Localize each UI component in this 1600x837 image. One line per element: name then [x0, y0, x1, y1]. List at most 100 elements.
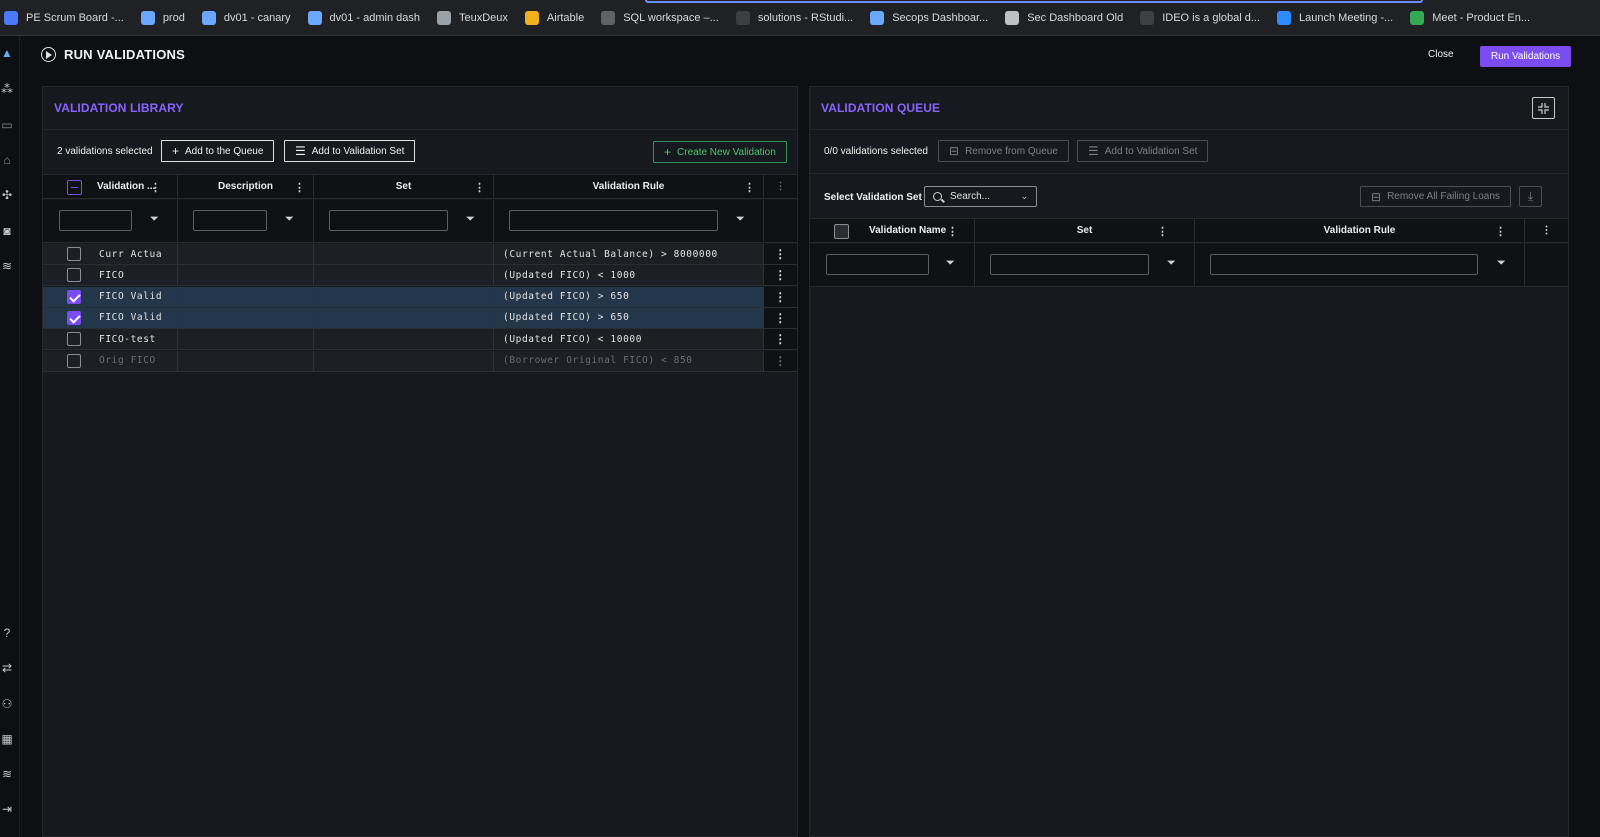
bookmark-item[interactable]: Secops Dashboar... — [870, 10, 988, 25]
row-checkbox[interactable] — [67, 268, 81, 283]
help-icon[interactable]: ? — [0, 626, 14, 640]
bookmark-item[interactable]: solutions - RStudi... — [735, 10, 853, 25]
remove-all-failing-loans-button[interactable]: ⊟ Remove All Failing Loans — [1360, 186, 1511, 207]
logo-icon[interactable]: ▲ — [0, 46, 14, 60]
row-menu-icon[interactable]: ⋮ — [764, 350, 797, 371]
row-menu-icon[interactable]: ⋮ — [764, 329, 797, 350]
bookmark-item[interactable]: IDEO is a global d... — [1140, 10, 1260, 25]
cell-validation-name: Curr Actua — [43, 244, 178, 264]
select-all-checkbox[interactable] — [67, 180, 82, 195]
row-menu-icon[interactable]: ⋮ — [764, 265, 797, 286]
table-row[interactable]: Curr Actua (Current Actual Balance) > 800… — [43, 244, 797, 265]
triangle-icon — [870, 10, 885, 25]
briefcase-icon[interactable]: ▭ — [0, 118, 14, 132]
kebab-icon[interactable]: ⋮ — [150, 181, 161, 194]
filter-icon[interactable]: ⏷ — [285, 213, 294, 226]
transfer-icon[interactable]: ⇄ — [0, 661, 14, 675]
row-checkbox[interactable] — [67, 310, 81, 325]
table-row[interactable]: FICO Valid (Updated FICO) > 650 ⋮ — [43, 286, 797, 308]
validation-name: Curr Actua — [99, 248, 163, 260]
add-to-queue-button[interactable]: + Add to the Queue — [161, 140, 275, 162]
bank-icon[interactable]: ⌂ — [0, 153, 14, 167]
row-menu-icon[interactable]: ⋮ — [764, 244, 797, 264]
column-menu[interactable]: ⋮ — [1525, 219, 1568, 242]
column-menu[interactable]: ⋮ — [764, 175, 797, 198]
add-to-set-label: Add to Validation Set — [311, 145, 405, 157]
bookmarks-bar: PE Scrum Board -... prod dv01 - canary dv01… — [0, 0, 1600, 36]
globe-icon — [1005, 10, 1020, 25]
filter-icon[interactable]: ⏷ — [466, 213, 475, 226]
close-button[interactable]: Close — [1428, 49, 1454, 60]
row-menu-icon[interactable]: ⋮ — [764, 286, 797, 307]
kebab-icon[interactable]: ⋮ — [474, 181, 485, 194]
filter-cell: ⏷ — [1195, 244, 1525, 286]
row-checkbox[interactable] — [67, 247, 81, 261]
kebab-icon[interactable]: ⋮ — [947, 225, 958, 238]
queue-select-all-checkbox[interactable] — [834, 224, 849, 239]
row-checkbox[interactable] — [67, 289, 81, 304]
airtable-icon — [524, 10, 539, 25]
puzzle-icon[interactable]: ✣ — [0, 188, 14, 202]
download-icon[interactable]: ⤓ — [1519, 186, 1542, 207]
hierarchy-icon[interactable]: ⁂ — [0, 82, 14, 96]
filter-icon[interactable]: ⏷ — [1167, 257, 1176, 270]
filter-icon[interactable]: ⏷ — [736, 213, 745, 226]
column-header-queue-set[interactable]: Set ⋮ — [975, 219, 1195, 242]
bookmark-item[interactable]: Meet - Product En... — [1410, 10, 1530, 25]
kebab-icon[interactable]: ⋮ — [1157, 225, 1168, 238]
queue-filter-input-set[interactable] — [990, 254, 1149, 275]
bookmark-label: dv01 - admin dash — [329, 11, 421, 24]
users-icon[interactable]: ⚇ — [0, 697, 14, 711]
bookmark-item[interactable]: SQL workspace –... — [601, 10, 719, 25]
remove-from-queue-button[interactable]: ⊟ Remove from Queue — [938, 140, 1069, 162]
queue-filter-input-rule[interactable] — [1210, 254, 1478, 275]
logout-icon[interactable]: ⇥ — [0, 802, 14, 816]
kebab-icon[interactable]: ⋮ — [294, 181, 305, 194]
table-icon[interactable]: ▦ — [0, 732, 14, 746]
bookmark-item[interactable]: PE Scrum Board -... — [4, 10, 124, 25]
column-header-validation-name[interactable]: Validation Name ⋮ — [810, 219, 975, 242]
filter-icon[interactable]: ⏷ — [150, 213, 159, 226]
row-checkbox[interactable] — [67, 353, 81, 368]
filter-icon[interactable]: ⏷ — [946, 257, 955, 270]
row-menu-icon[interactable]: ⋮ — [764, 307, 797, 328]
queue-add-to-validation-set-button[interactable]: ☰ Add to Validation Set — [1077, 140, 1209, 162]
table-row[interactable]: FICO Valid (Updated FICO) > 650 ⋮ — [43, 307, 797, 329]
bookmark-item[interactable]: prod — [140, 10, 185, 25]
row-checkbox[interactable] — [67, 332, 81, 347]
queue-grid-header: Validation Name ⋮ Set ⋮ Validation Rule … — [810, 218, 1568, 243]
filter-input-description[interactable] — [193, 210, 267, 231]
column-header-validation-rule[interactable]: Validation Rule ⋮ — [494, 175, 764, 198]
cell-validation-rule: (Current Actual Balance) > 8000000 — [494, 244, 764, 264]
filter-input-name[interactable] — [59, 210, 132, 231]
table-row[interactable]: Orig FICO (Borrower Original FICO) < 850 ⋮ — [43, 350, 797, 372]
column-header-description[interactable]: Description ⋮ — [178, 175, 314, 198]
bookmark-item[interactable]: Airtable — [524, 10, 584, 25]
filter-input-rule[interactable] — [509, 210, 718, 231]
collapse-icon[interactable] — [1532, 97, 1555, 119]
kebab-icon[interactable]: ⋮ — [744, 181, 755, 194]
camera-icon[interactable]: ◙ — [0, 224, 14, 238]
validation-set-dropdown[interactable]: Search... ⌄ — [924, 186, 1037, 207]
library-selected-count: 2 validations selected — [57, 146, 153, 157]
bookmark-item[interactable]: dv01 - canary — [201, 10, 291, 25]
run-validations-button[interactable]: Run Validations — [1480, 46, 1571, 67]
table-row[interactable]: FICO (Updated FICO) < 1000 ⋮ — [43, 265, 797, 287]
bookmark-item[interactable]: TeuxDeux — [437, 10, 508, 25]
bookmark-item[interactable]: Launch Meeting -... — [1277, 10, 1393, 25]
storage-icon[interactable]: ≋ — [0, 767, 14, 781]
filter-input-set[interactable] — [329, 210, 448, 231]
column-header-validation[interactable]: Validation ... ⋮ — [43, 175, 178, 198]
database-icon[interactable]: ≋ — [0, 259, 14, 273]
column-header-queue-rule[interactable]: Validation Rule ⋮ — [1195, 219, 1525, 242]
kebab-icon[interactable]: ⋮ — [1495, 225, 1506, 238]
bookmark-item[interactable]: Sec Dashboard Old — [1005, 10, 1123, 25]
column-label: Validation Name — [869, 225, 947, 236]
add-to-validation-set-button[interactable]: ☰ Add to Validation Set — [284, 140, 416, 162]
queue-filter-input-name[interactable] — [826, 254, 929, 275]
bookmark-item[interactable]: dv01 - admin dash — [307, 10, 421, 25]
table-row[interactable]: FICO-test (Updated FICO) < 10000 ⋮ — [43, 329, 797, 351]
filter-icon[interactable]: ⏷ — [1497, 257, 1506, 270]
create-new-validation-button[interactable]: + Create New Validation — [653, 141, 787, 163]
column-header-set[interactable]: Set ⋮ — [314, 175, 494, 198]
